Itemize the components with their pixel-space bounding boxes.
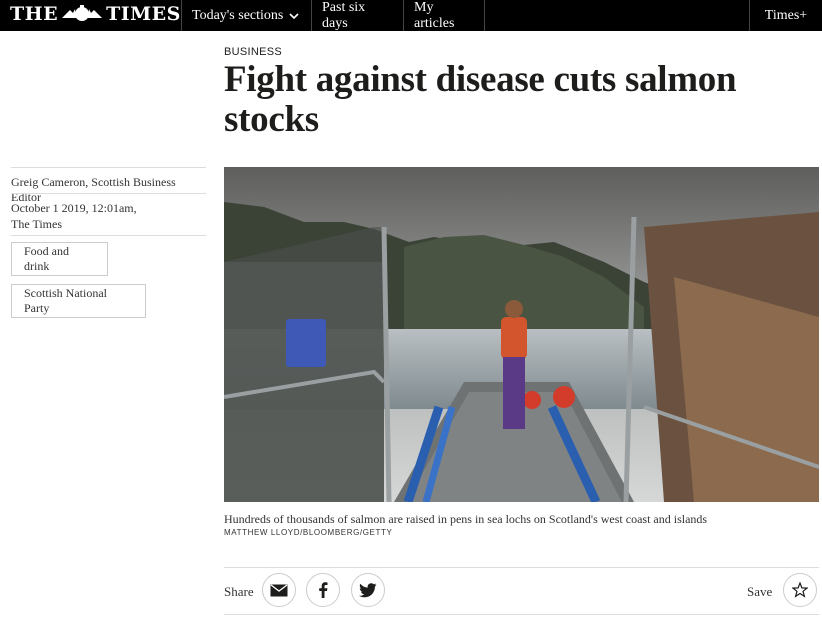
top-nav-bar: THE TIMES Today's sections Past six days… xyxy=(0,0,822,31)
divider xyxy=(11,167,206,168)
nav-todays-sections-label: Today's sections xyxy=(192,7,284,23)
tag-label: Scottish National Party xyxy=(24,286,107,315)
share-facebook-button[interactable] xyxy=(306,573,340,607)
chevron-down-icon xyxy=(289,12,299,19)
facebook-icon xyxy=(319,582,328,598)
publish-date: October 1 2019, 12:01am, xyxy=(11,201,137,215)
save-button[interactable] xyxy=(783,573,817,607)
divider xyxy=(11,235,206,236)
tag-scottish-national-party[interactable]: Scottish National Party xyxy=(11,284,146,318)
times-plus-label: Times+ xyxy=(764,7,808,23)
nav-my-articles[interactable]: My articles xyxy=(403,0,485,31)
salmon-farm-photo xyxy=(224,167,819,502)
star-icon xyxy=(792,582,808,598)
share-label: Share xyxy=(224,584,254,599)
times-logo[interactable]: THE TIMES xyxy=(10,3,181,25)
tag-food-and-drink[interactable]: Food and drink xyxy=(11,242,108,276)
crest-icon xyxy=(62,5,103,21)
tag-label: Food and drink xyxy=(24,244,69,273)
logo-text-the: THE xyxy=(10,3,59,25)
nav-past-six-days[interactable]: Past six days xyxy=(311,0,403,31)
article-headline: Fight against disease cuts salmon stocks xyxy=(224,59,737,140)
photo-caption: Hundreds of thousands of salmon are rais… xyxy=(224,512,708,526)
divider xyxy=(224,614,819,615)
divider xyxy=(11,193,206,194)
share-email-button[interactable] xyxy=(262,573,296,607)
nav-my-articles-label: My articles xyxy=(414,0,455,31)
save-label[interactable]: Save xyxy=(747,584,772,600)
logo-text-times: TIMES xyxy=(106,3,181,25)
share-twitter-button[interactable] xyxy=(351,573,385,607)
twitter-icon xyxy=(359,582,377,597)
mail-icon xyxy=(270,583,288,596)
article-photo xyxy=(224,167,819,502)
publication-name: The Times xyxy=(11,217,63,231)
divider xyxy=(224,567,819,568)
photo-credit: MATTHEW LLOYD/BLOOMBERG/GETTY xyxy=(224,528,393,537)
nav-todays-sections[interactable]: Today's sections xyxy=(181,0,311,31)
section-label[interactable]: BUSINESS xyxy=(224,46,282,58)
times-plus-link[interactable]: Times+ xyxy=(749,0,822,31)
nav-past-six-days-label: Past six days xyxy=(322,0,366,31)
